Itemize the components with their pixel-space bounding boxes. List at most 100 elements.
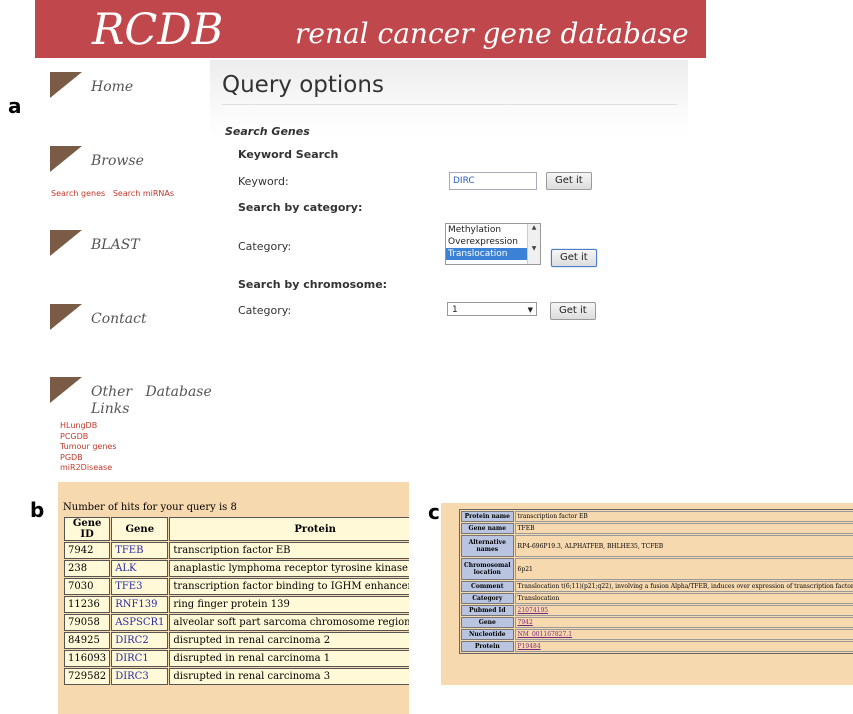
- mir2disease-link[interactable]: miR2Disease: [60, 463, 112, 472]
- detail-label: Gene name: [461, 523, 514, 534]
- detail-row: Comment Translocation t(6;11)(p21;q22), i…: [461, 581, 853, 592]
- protein-link[interactable]: P19484: [514, 641, 853, 652]
- browse-sublinks: Search genes Search miRNAs: [51, 189, 174, 198]
- protein-cell: disrupted in renal carcinoma 1: [169, 650, 409, 667]
- triangle-bullet-icon: [50, 230, 82, 256]
- search-genes-heading: Search Genes: [225, 125, 310, 138]
- detail-row: Protein name transcription factor EB: [461, 511, 853, 522]
- detail-label: Gene: [461, 617, 514, 628]
- protein-cell: alveolar soft part sarcoma chromosome re…: [169, 614, 409, 631]
- chromosome-get-it-button[interactable]: Get it: [550, 302, 596, 320]
- nav-blast-label[interactable]: BLAST: [91, 237, 140, 253]
- category-get-it-button[interactable]: Get it: [551, 249, 597, 267]
- panel-label-a: a: [8, 94, 22, 118]
- detail-value: Translocation: [514, 593, 853, 604]
- title-divider: [222, 104, 677, 105]
- category-option[interactable]: Methylation: [446, 224, 540, 236]
- protein-cell: disrupted in renal carcinoma 3: [169, 668, 409, 685]
- gene-id-cell: 238: [64, 560, 111, 577]
- gene-detail-table: Protein name transcription factor EB Gene…: [459, 509, 853, 654]
- protein-cell: ring finger protein 139: [169, 596, 409, 613]
- detail-row: Chromosomal location 6p21: [461, 558, 853, 580]
- detail-row: Pubmed Id 21074195: [461, 605, 853, 616]
- search-mirnas-link[interactable]: Search miRNAs: [113, 189, 174, 198]
- gene-id-cell: 729582: [64, 668, 111, 685]
- gene-link[interactable]: RNF139: [111, 596, 169, 613]
- gene-link[interactable]: DIRC1: [111, 650, 169, 667]
- detail-label: Comment: [461, 581, 514, 592]
- table-row: 84925 DIRC2 disrupted in renal carcinoma 2: [64, 632, 409, 649]
- gene-id-cell: 11236: [64, 596, 111, 613]
- gene-link[interactable]: ASPSCR1: [111, 614, 169, 631]
- search-genes-link[interactable]: Search genes: [51, 189, 105, 198]
- keyword-label: Keyword:: [238, 175, 289, 188]
- triangle-bullet-icon: [50, 146, 82, 172]
- hlungdb-link[interactable]: HLungDB: [60, 421, 97, 430]
- detail-row: Gene name TFEB: [461, 523, 853, 534]
- category-listbox[interactable]: Methylation Overexpression Translocation…: [445, 223, 541, 265]
- pubmed-link[interactable]: 21074195: [514, 605, 853, 616]
- category-option-selected[interactable]: Translocation: [446, 248, 527, 260]
- gene-id-link[interactable]: 7942: [514, 617, 853, 628]
- nav-home-label[interactable]: Home: [91, 79, 133, 95]
- nucleotide-link[interactable]: NM_001167827.1: [514, 629, 853, 640]
- gene-link[interactable]: TFEB: [111, 542, 169, 559]
- protein-cell: transcription factor binding to IGHM enh…: [169, 578, 409, 595]
- chromosome-label: Category:: [238, 304, 292, 317]
- nav-other-label-line1[interactable]: Other Database: [91, 384, 212, 400]
- chevron-down-icon: ▼: [527, 306, 533, 314]
- gene-id-cell: 84925: [64, 632, 111, 649]
- panel-label-b: b: [30, 498, 45, 522]
- column-header: Gene ID: [64, 517, 111, 541]
- triangle-bullet-icon: [50, 304, 82, 330]
- listbox-scrollbar[interactable]: ▲ ▼: [527, 224, 540, 264]
- hits-count-text: Number of hits for your query is 8: [63, 502, 237, 513]
- detail-value: Translocation t(6;11)(p21;q22), involvin…: [514, 581, 853, 592]
- page-title: Query options: [222, 72, 384, 98]
- gene-id-cell: 7942: [64, 542, 111, 559]
- table-row: 7030 TFE3 transcription factor binding to …: [64, 578, 409, 595]
- detail-row: Category Translocation: [461, 593, 853, 604]
- table-row: 11236 RNF139 ring finger protein 139: [64, 596, 409, 613]
- table-row: 238 ALK anaplastic lymphoma receptor tyros…: [64, 560, 409, 577]
- site-logo[interactable]: RCDB: [92, 5, 223, 55]
- table-header-row: Gene ID Gene Protein: [64, 517, 409, 541]
- table-row: 116093 DIRC1 disrupted in renal carcinoma …: [64, 650, 409, 667]
- gene-link[interactable]: DIRC2: [111, 632, 169, 649]
- pgdb-link[interactable]: PGDB: [60, 453, 83, 462]
- detail-label: Nucleotide: [461, 629, 514, 640]
- chromosome-search-heading: Search by chromosome:: [238, 278, 388, 291]
- gene-link[interactable]: DIRC3: [111, 668, 169, 685]
- results-table: Gene ID Gene Protein 7942 TFEB transcripti…: [63, 516, 409, 686]
- category-search-heading: Search by category:: [238, 201, 363, 214]
- gene-link[interactable]: TFE3: [111, 578, 169, 595]
- gene-detail-panel: Protein name transcription factor EB Gene…: [441, 503, 853, 685]
- protein-cell: disrupted in renal carcinoma 2: [169, 632, 409, 649]
- detail-row: Alternative names RP4-696P19.3, ALPHATFEB…: [461, 535, 853, 557]
- other-database-links: HLungDB PCGDB Tumour genes PGDB miR2Dise…: [60, 421, 117, 474]
- keyword-get-it-button[interactable]: Get it: [546, 172, 592, 190]
- category-option[interactable]: Overexpression: [446, 236, 540, 248]
- keyword-input[interactable]: [449, 172, 537, 190]
- detail-value: transcription factor EB: [514, 511, 853, 522]
- detail-row: Gene 7942: [461, 617, 853, 628]
- chromosome-select-value: 1: [452, 305, 458, 315]
- detail-row: Nucleotide NM_001167827.1: [461, 629, 853, 640]
- chromosome-select[interactable]: 1 ▼: [447, 302, 537, 316]
- gene-link[interactable]: ALK: [111, 560, 169, 577]
- gene-id-cell: 79058: [64, 614, 111, 631]
- gene-id-cell: 7030: [64, 578, 111, 595]
- column-header: Gene: [111, 517, 169, 541]
- nav-contact-label[interactable]: Contact: [91, 311, 147, 327]
- pcgdb-link[interactable]: PCGDB: [60, 432, 88, 441]
- detail-value: TFEB: [514, 523, 853, 534]
- table-row: 729582 DIRC3 disrupted in renal carcinoma …: [64, 668, 409, 685]
- detail-label: Protein name: [461, 511, 514, 522]
- nav-browse-label[interactable]: Browse: [91, 153, 144, 169]
- table-row: 7942 TFEB transcription factor EB: [64, 542, 409, 559]
- nav-other-label-line2[interactable]: Links: [91, 401, 129, 417]
- table-row: 79058 ASPSCR1 alveolar soft part sarcoma c…: [64, 614, 409, 631]
- column-header: Protein: [169, 517, 409, 541]
- tumour-genes-link[interactable]: Tumour genes: [60, 442, 117, 451]
- panel-label-c: c: [428, 500, 440, 524]
